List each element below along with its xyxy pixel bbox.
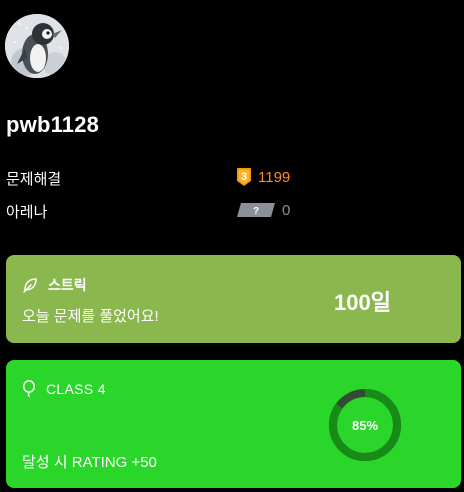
streak-title: 스트릭 xyxy=(48,277,87,293)
arena-label: 아레나 xyxy=(6,204,48,221)
username: pwb1128 xyxy=(6,112,100,137)
arena-unrated-badge-icon: ? xyxy=(237,203,275,217)
solved-value[interactable]: 3 1199 xyxy=(236,166,290,188)
streak-days: 100일 xyxy=(334,290,391,315)
arena-value[interactable]: ? 0 xyxy=(236,199,290,221)
class-title: CLASS 4 xyxy=(46,380,106,397)
class-card[interactable]: CLASS 4 달성 시 RATING +50 85% xyxy=(6,360,461,488)
balloon-icon xyxy=(22,380,36,397)
solved-stat-row[interactable]: 문제해결 3 1199 xyxy=(6,166,306,188)
arena-count: 0 xyxy=(282,201,291,219)
streak-card[interactable]: 스트릭 오늘 문제를 풀었어요! 100일 xyxy=(6,255,461,343)
streak-message: 오늘 문제를 풀었어요! xyxy=(22,308,159,325)
leaf-icon xyxy=(23,278,37,293)
tier-gold-badge-icon: 3 xyxy=(237,168,251,186)
class-progress-ring: 85% xyxy=(328,388,402,462)
class-progress-label: 85% xyxy=(351,417,379,433)
penguin-avatar-icon xyxy=(5,14,69,78)
solved-label: 문제해결 xyxy=(6,171,62,188)
arena-stat-row[interactable]: 아레나 ? 0 xyxy=(6,199,306,222)
class-title-row: CLASS 4 xyxy=(22,380,106,397)
class-requirement: 달성 시 RATING +50 xyxy=(22,454,157,471)
arena-tier-text: ? xyxy=(253,206,259,217)
streak-title-row: 스트릭 xyxy=(22,275,87,295)
solved-tier-text: 3 xyxy=(241,171,247,183)
solved-count: 1199 xyxy=(258,168,291,186)
avatar[interactable] xyxy=(5,14,69,78)
